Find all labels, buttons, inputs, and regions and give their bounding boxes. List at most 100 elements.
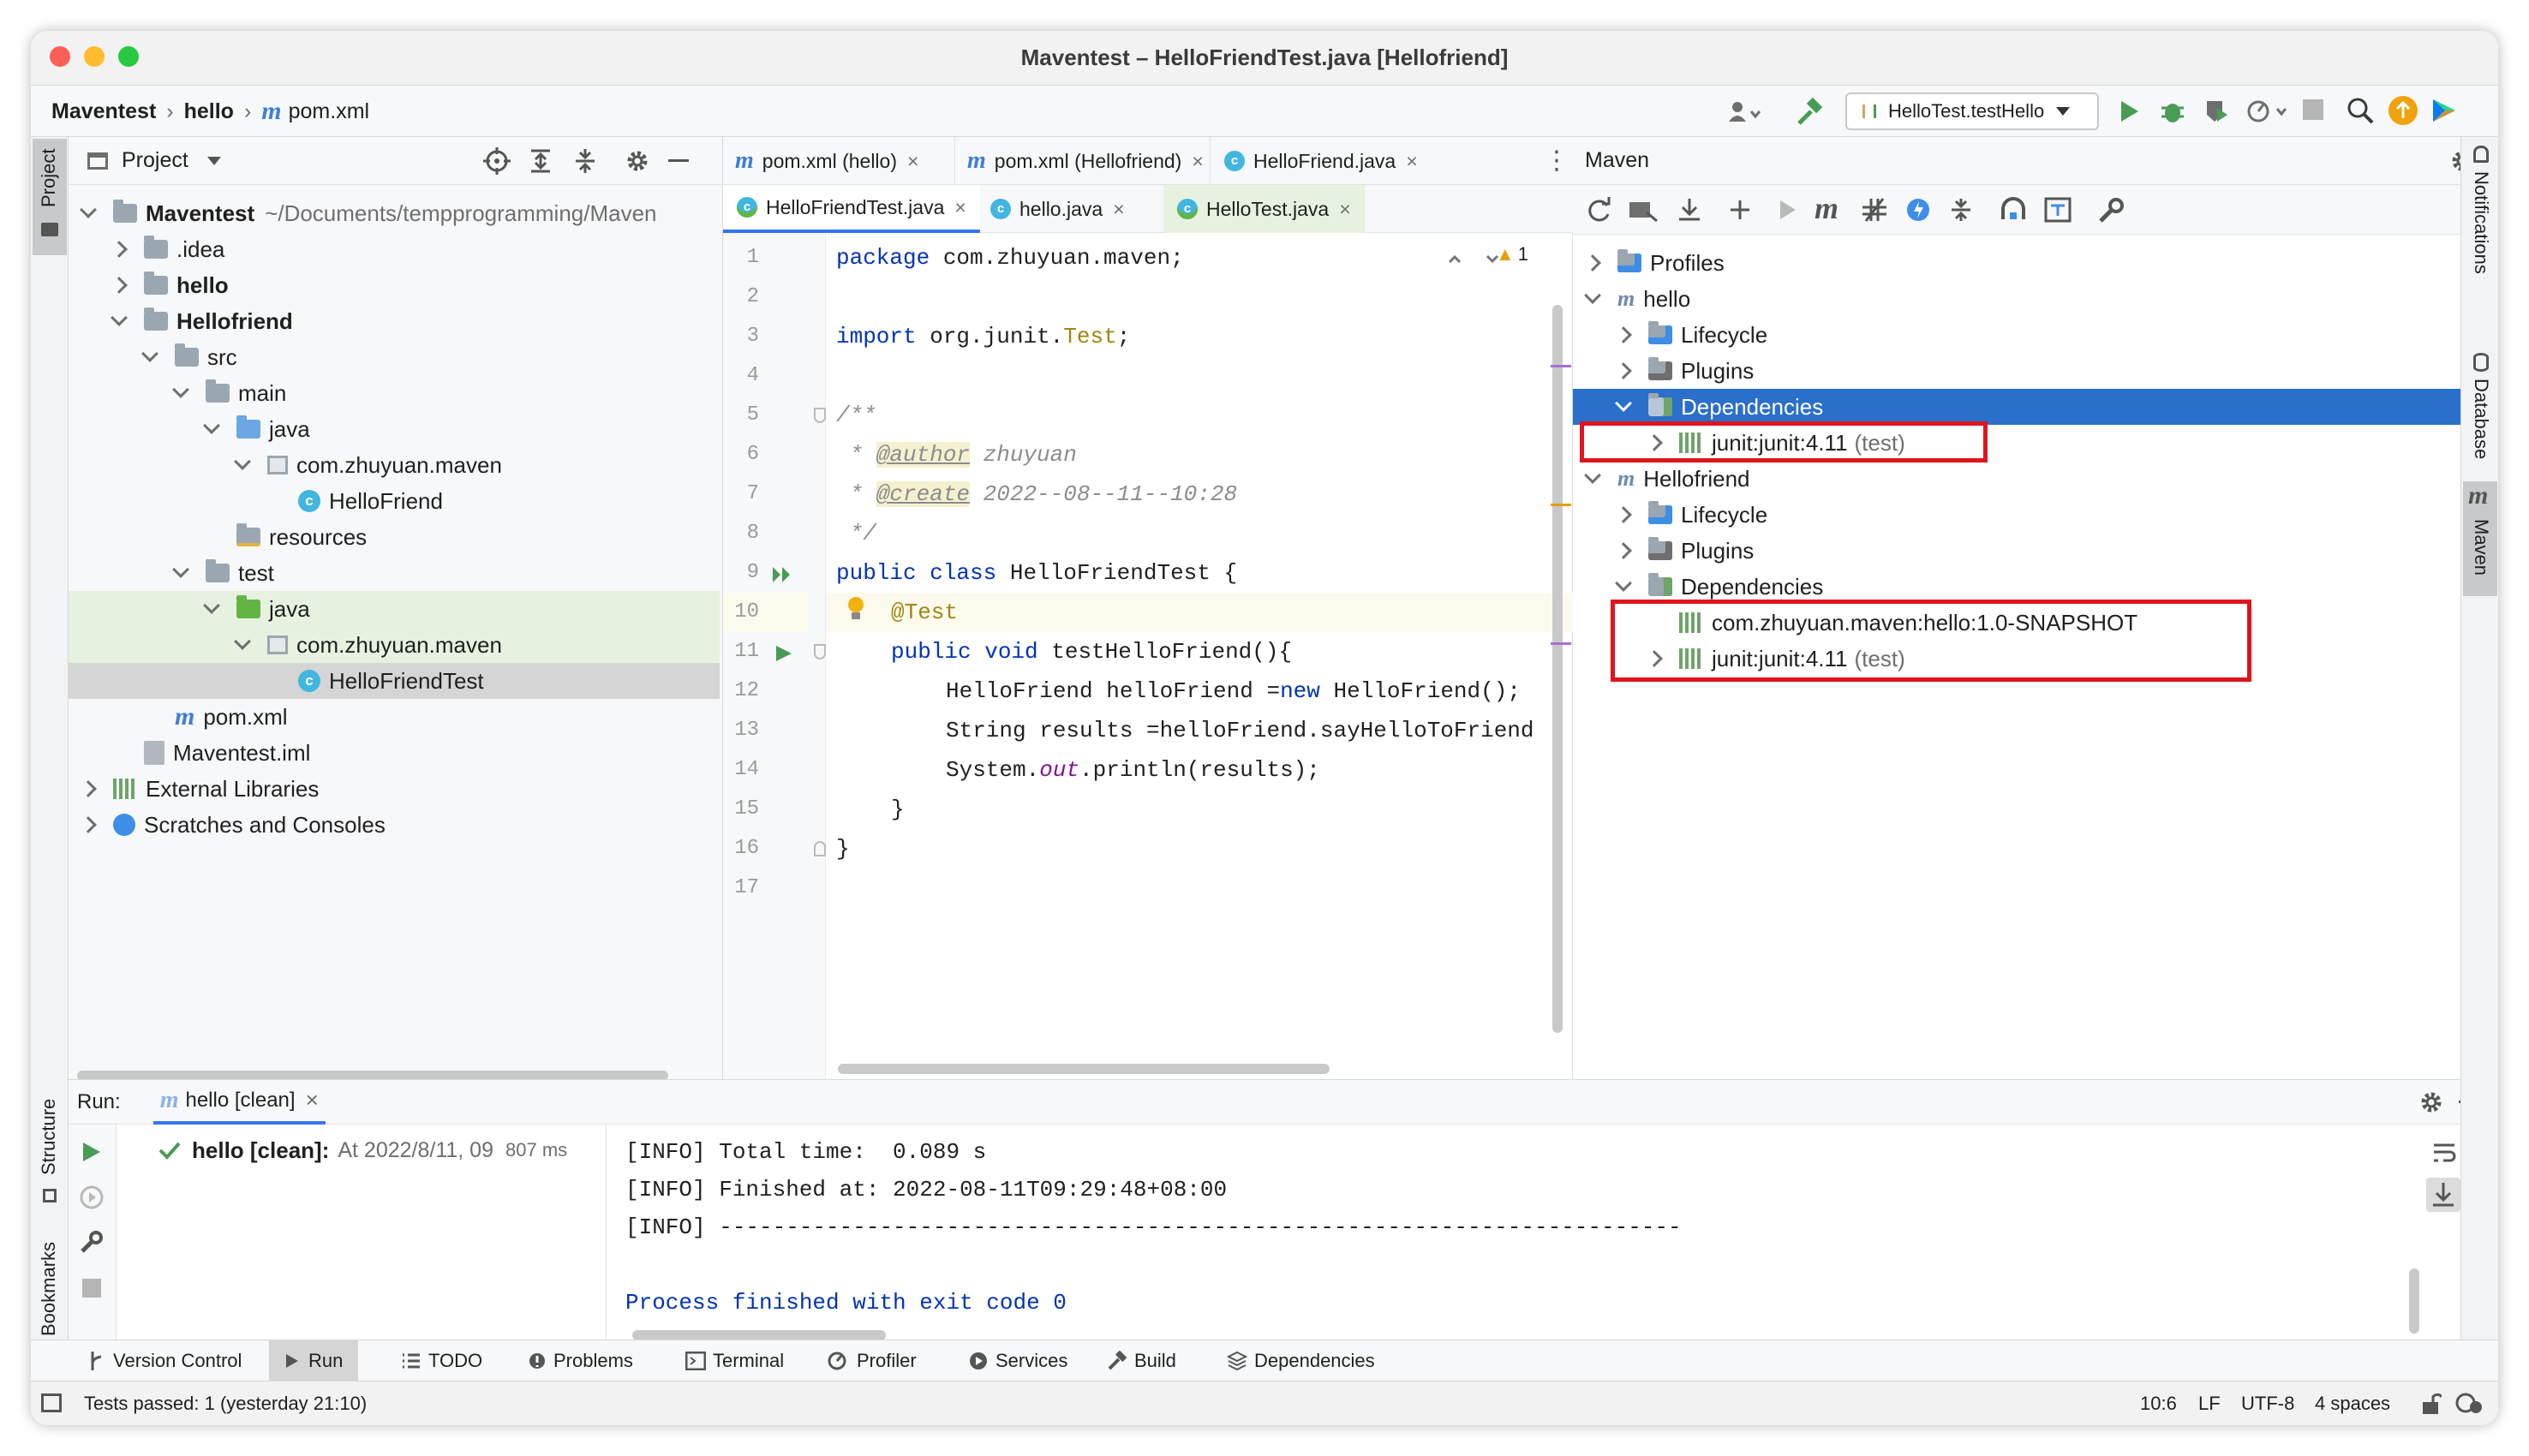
tree-item-selected[interactable]: c HelloFriendTest <box>69 663 720 699</box>
stop-icon[interactable] <box>82 1279 101 1298</box>
tree-item[interactable]: c HelloFriend <box>69 483 720 519</box>
user-icon[interactable] <box>1727 99 1761 125</box>
line-separator[interactable]: LF <box>2198 1393 2221 1415</box>
collapse-all-icon[interactable] <box>572 147 598 175</box>
error-stripe-marker[interactable] <box>1551 504 1571 506</box>
next-highlight-icon[interactable] <box>1484 250 1501 267</box>
update-icon[interactable] <box>2388 96 2418 125</box>
stop-icon[interactable] <box>2303 99 2323 120</box>
fold-icon[interactable] <box>814 408 826 423</box>
scroll-to-end-button[interactable] <box>2426 1178 2460 1212</box>
tree-item[interactable]: java <box>69 411 720 447</box>
maven-tree-item[interactable]: Plugins <box>1573 353 2498 389</box>
tree-item[interactable]: com.zhuyuan.maven <box>69 447 720 483</box>
close-tab-icon[interactable]: × <box>954 196 966 219</box>
code-area[interactable]: package com.zhuyuan.maven; import org.ju… <box>826 233 1573 1079</box>
tool-tab-version-control[interactable]: Version Control <box>87 1340 242 1381</box>
lightbulb-icon[interactable] <box>845 594 867 624</box>
caret-position[interactable]: 10:6 <box>2140 1393 2177 1415</box>
status-message[interactable]: Tests passed: 1 (yesterday 21:10) <box>84 1393 367 1415</box>
project-tool-button[interactable]: Project <box>33 139 67 255</box>
console-vertical-scrollbar[interactable] <box>2409 1268 2419 1334</box>
console-output[interactable]: [INFO] Total time: 0.089 s [INFO] Finish… <box>607 1125 2460 1340</box>
tree-item[interactable]: .idea <box>69 231 720 267</box>
diagram-icon[interactable] <box>2044 197 2072 223</box>
tree-item[interactable]: External Libraries <box>69 771 720 807</box>
breadcrumb-file[interactable]: pom.xml <box>289 99 369 124</box>
unlock-icon[interactable] <box>2421 1392 2442 1416</box>
tree-item[interactable]: Maventest ~/Documents/tempprogramming/Ma… <box>69 195 720 231</box>
maven-tree-item-selected[interactable]: Dependencies <box>1573 389 2498 425</box>
build-hammer-icon[interactable] <box>1796 97 1825 127</box>
skip-tests-icon[interactable] <box>1905 197 1931 223</box>
tree-item[interactable]: Scratches and Consoles <box>69 807 720 843</box>
add-folder-icon[interactable] <box>1628 197 1659 223</box>
error-stripe-marker[interactable] <box>1551 642 1571 645</box>
gear-icon[interactable] <box>624 147 651 175</box>
profiler-run-icon[interactable] <box>2246 98 2289 125</box>
tree-item[interactable]: main <box>69 375 720 411</box>
tab-pom-hello[interactable]: m pom.xml (hello) × <box>735 137 918 185</box>
breadcrumb-module[interactable]: hello <box>184 99 234 124</box>
tab-pom-hellofriend[interactable]: m pom.xml (Hellofriend) × <box>954 137 1204 185</box>
wrench-icon[interactable] <box>2097 197 2125 223</box>
maven-tree-item[interactable]: Lifecycle <box>1573 317 2498 353</box>
close-tab-icon[interactable]: × <box>1192 150 1203 173</box>
fold-icon[interactable] <box>814 644 826 659</box>
show-dependencies-icon[interactable] <box>2000 197 2027 223</box>
indent-setting[interactable]: 4 spaces <box>2315 1393 2390 1415</box>
debug-icon[interactable] <box>2159 98 2186 125</box>
close-tab-icon[interactable]: × <box>907 150 918 173</box>
tool-tab-run[interactable]: Run <box>269 1340 359 1381</box>
toggle-offline-icon[interactable] <box>1861 197 1888 223</box>
close-tab-icon[interactable]: × <box>306 1087 319 1113</box>
hide-panel-icon[interactable] <box>668 159 689 162</box>
gear-icon[interactable] <box>2418 1089 2445 1116</box>
tab-hellofriendtest-java[interactable]: c HelloFriendTest.java × <box>723 185 980 233</box>
tree-item[interactable]: test <box>69 555 720 591</box>
run-result-item[interactable]: hello [clean]: At 2022/8/11, 09 807 ms <box>158 1133 567 1167</box>
maven-tree-item[interactable]: Lifecycle <box>1573 497 2498 533</box>
project-panel-title[interactable]: Project <box>122 148 188 173</box>
tree-item[interactable]: resources <box>69 519 720 555</box>
run-tab[interactable]: m hello [clean] × <box>152 1080 326 1125</box>
chevron-down-icon[interactable] <box>206 156 221 165</box>
wrench-icon[interactable] <box>79 1229 105 1255</box>
tree-item[interactable]: hello <box>69 267 720 303</box>
maven-tree-item[interactable]: m hello <box>1573 281 2498 317</box>
maven-tool-button[interactable]: m Maven <box>2463 481 2497 596</box>
close-tab-icon[interactable]: × <box>1113 198 1124 221</box>
toggle-tool-windows-icon[interactable] <box>41 1393 62 1412</box>
download-icon[interactable] <box>1676 197 1703 223</box>
locate-icon[interactable] <box>483 147 511 175</box>
tree-item[interactable]: Hellofriend <box>69 303 720 339</box>
tool-tab-dependencies[interactable]: Dependencies <box>1227 1340 1375 1381</box>
run-tests-gutter-icon[interactable] <box>771 565 793 584</box>
structure-tool-button[interactable]: Structure <box>33 1086 67 1214</box>
search-icon[interactable] <box>2346 96 2375 125</box>
tree-item[interactable]: src <box>69 339 720 375</box>
maven-tree-item[interactable]: m Hellofriend <box>1573 461 2498 497</box>
status-indicator-icon[interactable] <box>2455 1390 2484 1416</box>
rerun-icon[interactable] <box>81 1140 103 1164</box>
tree-item[interactable]: m pom.xml <box>69 699 720 735</box>
plugin-logo-icon[interactable] <box>2430 96 2459 125</box>
soft-wrap-icon[interactable] <box>2431 1140 2457 1166</box>
database-tool-button[interactable]: Database <box>2463 348 2497 476</box>
tool-tab-terminal[interactable]: Terminal <box>685 1340 784 1381</box>
more-tabs-icon[interactable]: ⋮ <box>1544 146 1569 176</box>
maven-tree-item[interactable]: Plugins <box>1573 533 2498 569</box>
maven-tree-item[interactable]: Profiles <box>1573 245 2498 281</box>
close-tab-icon[interactable]: × <box>1339 198 1350 221</box>
tool-tab-profiler[interactable]: Profiler <box>828 1340 917 1381</box>
previous-highlight-icon[interactable] <box>1446 250 1463 267</box>
coverage-icon[interactable] <box>2203 98 2231 125</box>
execute-goal-icon[interactable]: m <box>1815 190 1838 226</box>
tree-item[interactable]: com.zhuyuan.maven <box>69 627 720 663</box>
reload-icon[interactable] <box>1585 197 1612 223</box>
tool-tab-build[interactable]: Build <box>1107 1340 1176 1381</box>
notifications-tool-button[interactable]: Notifications <box>2463 139 2497 301</box>
close-tab-icon[interactable]: × <box>1406 150 1417 173</box>
file-encoding[interactable]: UTF-8 <box>2241 1393 2294 1415</box>
tool-tab-problems[interactable]: Problems <box>528 1340 633 1381</box>
